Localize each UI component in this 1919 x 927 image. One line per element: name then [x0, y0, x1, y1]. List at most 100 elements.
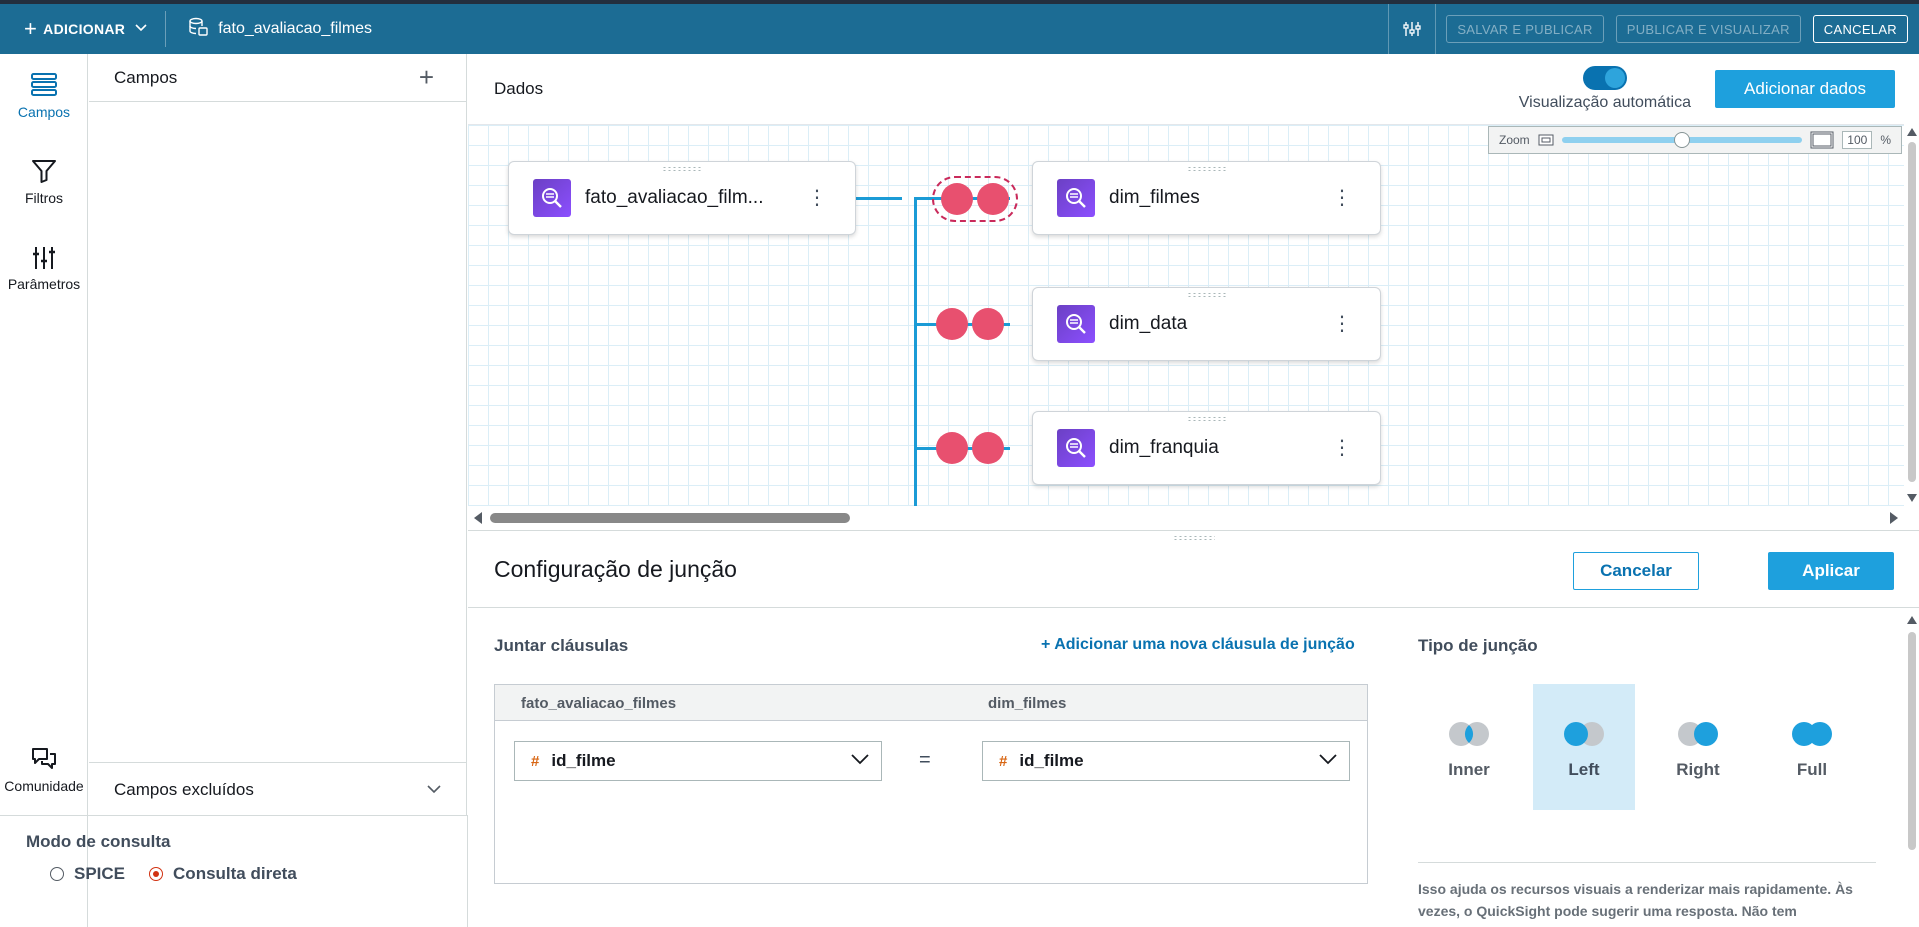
equals-operator: =: [919, 749, 931, 771]
scroll-right-icon[interactable]: [1890, 512, 1898, 524]
chevron-down-icon: [427, 785, 441, 794]
chevron-down-icon: [135, 23, 147, 35]
scrollbar-thumb[interactable]: [490, 513, 850, 523]
left-join-icon: [1564, 722, 1604, 746]
rail-item-parameters[interactable]: Parâmetros: [0, 246, 88, 292]
chevron-down-icon: [851, 754, 869, 765]
join-type-label: Inner: [1448, 760, 1490, 779]
add-menu-button[interactable]: + ADICIONAR: [0, 4, 165, 54]
query-mode-title: Modo de consulta: [26, 832, 171, 851]
scrollbar-thumb[interactable]: [1908, 632, 1916, 850]
drag-handle[interactable]: [1186, 166, 1227, 172]
join-config-title: Configuração de junção: [494, 555, 737, 582]
table-node-dim-data[interactable]: dim_data ⋮: [1032, 287, 1381, 361]
rail-item-community[interactable]: Comunidade: [0, 746, 88, 794]
rail-item-filters[interactable]: Filtros: [0, 158, 88, 206]
table-node-dim-filmes[interactable]: dim_filmes ⋮: [1032, 161, 1381, 235]
add-join-clause-link[interactable]: + Adicionar uma nova cláusula de junção: [1041, 636, 1355, 654]
toggle-switch[interactable]: [1582, 66, 1627, 90]
publish-view-button[interactable]: PUBLICAR E VISUALIZAR: [1615, 15, 1801, 43]
more-options-icon[interactable]: ⋮: [807, 188, 827, 208]
zoom-slider-knob[interactable]: [1673, 132, 1690, 148]
drag-handle[interactable]: [1186, 416, 1227, 422]
table-node-dim-franquia[interactable]: dim_franquia ⋮: [1032, 411, 1381, 485]
join-type-help-text: Isso ajuda os recursos visuais a renderi…: [1418, 881, 1853, 919]
auto-visualization-toggle[interactable]: Visualização automática: [1519, 66, 1691, 112]
inner-join-icon: [1449, 722, 1489, 746]
settings-sliders-button[interactable]: [1388, 4, 1437, 54]
add-field-plus-icon[interactable]: +: [419, 62, 434, 93]
zoom-label: Zoom: [1499, 133, 1530, 147]
right-field-value: id_filme: [1019, 751, 1084, 770]
join-type-right[interactable]: Right: [1647, 684, 1749, 810]
join-type-full[interactable]: Full: [1761, 684, 1863, 810]
canvas-horizontal-scrollbar[interactable]: [468, 506, 1904, 530]
scrollbar-thumb[interactable]: [1908, 142, 1916, 482]
join-config-header: Configuração de junção Cancelar Aplicar: [468, 530, 1919, 608]
data-header: Dados Visualização automática Adicionar …: [468, 54, 1919, 124]
fields-panel: Campos + Campos excluídos: [89, 54, 467, 816]
join-type-left[interactable]: Left: [1533, 684, 1635, 810]
excluded-fields-label: Campos excluídos: [114, 779, 254, 799]
rail-label-filters: Filtros: [24, 190, 64, 206]
add-data-button[interactable]: Adicionar dados: [1715, 70, 1895, 108]
radio-spice[interactable]: SPICE: [50, 864, 125, 884]
scroll-up-icon[interactable]: [1907, 128, 1917, 136]
radio-circle[interactable]: [50, 867, 64, 881]
rail-label-community: Comunidade: [4, 778, 84, 794]
dataset-search-icon: [1057, 429, 1095, 467]
join-indicator[interactable]: [936, 432, 1004, 464]
zoom-out-icon[interactable]: [1538, 134, 1554, 146]
drag-handle[interactable]: [662, 166, 702, 172]
link-line-vertical: [914, 197, 917, 506]
resize-handle[interactable]: [1172, 535, 1215, 541]
canvas-vertical-scrollbar[interactable]: [1904, 124, 1919, 506]
left-field-value: id_filme: [551, 751, 616, 770]
join-indicator[interactable]: [936, 308, 1004, 340]
sliders-icon: [1403, 22, 1421, 36]
join-canvas[interactable]: Zoom 100 % fato_avaliacao_film... ⋮ dim_…: [468, 124, 1904, 506]
dataset-icon: [188, 17, 208, 42]
join-indicator-selected[interactable]: [932, 176, 1018, 222]
rail-item-fields[interactable]: Campos: [0, 72, 88, 120]
join-type-label: Left: [1568, 760, 1600, 779]
zoom-in-icon[interactable]: [1810, 131, 1834, 149]
numeric-field-icon: #: [999, 752, 1008, 770]
scroll-left-icon[interactable]: [474, 512, 482, 524]
right-table-name: dim_filmes: [988, 695, 1067, 712]
more-options-icon[interactable]: ⋮: [1332, 314, 1352, 334]
radio-circle-selected[interactable]: [149, 867, 164, 881]
cancel-button[interactable]: CANCELAR: [1812, 15, 1908, 43]
right-field-select[interactable]: # id_filme: [982, 741, 1350, 781]
radio-direct-query[interactable]: Consulta direta: [149, 864, 297, 884]
dataset-search-icon: [533, 179, 571, 217]
scroll-down-icon[interactable]: [1907, 494, 1917, 502]
rail-label-fields: Campos: [17, 104, 71, 120]
more-options-icon[interactable]: ⋮: [1332, 188, 1352, 208]
save-publish-button[interactable]: SALVAR E PUBLICAR: [1446, 15, 1604, 43]
left-field-select[interactable]: # id_filme: [514, 741, 882, 781]
more-options-icon[interactable]: ⋮: [1332, 438, 1352, 458]
query-mode-section: Modo de consulta SPICE Consulta direta: [0, 815, 468, 927]
join-apply-button[interactable]: Aplicar: [1768, 552, 1894, 590]
database-stack-icon: [31, 73, 57, 96]
data-title: Dados: [494, 79, 544, 98]
join-cancel-button[interactable]: Cancelar: [1573, 552, 1699, 590]
drag-handle[interactable]: [1186, 292, 1227, 298]
node-label: dim_filmes: [1109, 187, 1200, 208]
excluded-fields-toggle[interactable]: Campos excluídos: [89, 762, 467, 816]
zoom-slider[interactable]: [1561, 132, 1803, 148]
zoom-value[interactable]: 100: [1842, 131, 1873, 149]
add-label: ADICIONAR: [43, 21, 126, 37]
join-panel-vertical-scrollbar[interactable]: [1904, 612, 1919, 927]
sliders-icon: [33, 247, 55, 269]
right-join-icon: [1678, 722, 1718, 746]
scroll-up-icon[interactable]: [1907, 616, 1917, 624]
table-node-fact[interactable]: fato_avaliacao_film... ⋮: [508, 161, 856, 235]
topbar-actions: SALVAR E PUBLICAR PUBLICAR E VISUALIZAR …: [1388, 4, 1919, 54]
left-rail: Campos Filtros Parâmetros Comunidade: [0, 54, 88, 927]
join-type-inner[interactable]: Inner: [1418, 684, 1520, 810]
left-table-name: fato_avaliacao_filmes: [521, 695, 677, 712]
dataset-search-icon: [1057, 305, 1095, 343]
dataset-name[interactable]: fato_avaliacao_filmes: [166, 17, 372, 42]
